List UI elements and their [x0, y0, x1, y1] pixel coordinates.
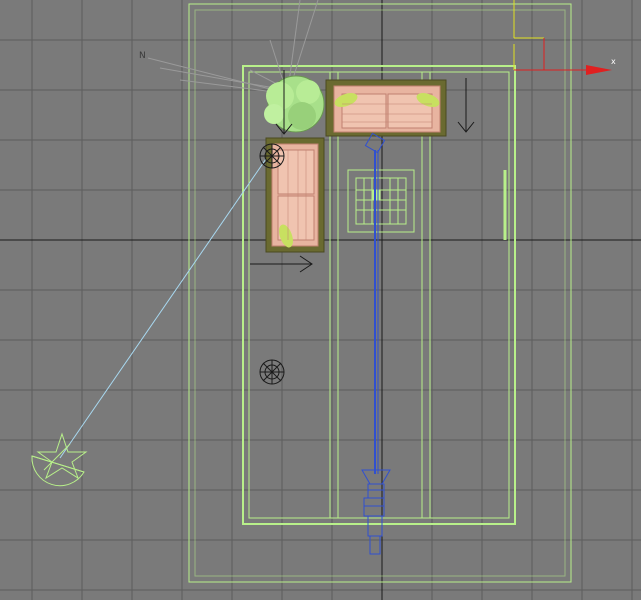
arrow-right[interactable] — [250, 255, 313, 273]
arrow-down-right[interactable] — [457, 78, 475, 133]
compass-north-label: N — [139, 51, 146, 61]
gizmo-x-arrowhead[interactable] — [586, 65, 612, 75]
sky-light[interactable] — [31, 432, 88, 487]
omni-light-1[interactable] — [259, 143, 285, 169]
viewport-canvas[interactable]: N x — [0, 0, 641, 600]
plant[interactable] — [264, 75, 325, 133]
camera[interactable] — [361, 469, 391, 555]
omni-light-2[interactable] — [259, 359, 285, 385]
light-target-line — [59, 155, 269, 459]
table[interactable] — [347, 169, 415, 233]
sofa-left[interactable] — [265, 137, 325, 253]
sofa-top[interactable] — [325, 79, 447, 137]
top-viewport[interactable]: N x — [0, 0, 641, 600]
gizmo-x-label: x — [611, 57, 616, 66]
